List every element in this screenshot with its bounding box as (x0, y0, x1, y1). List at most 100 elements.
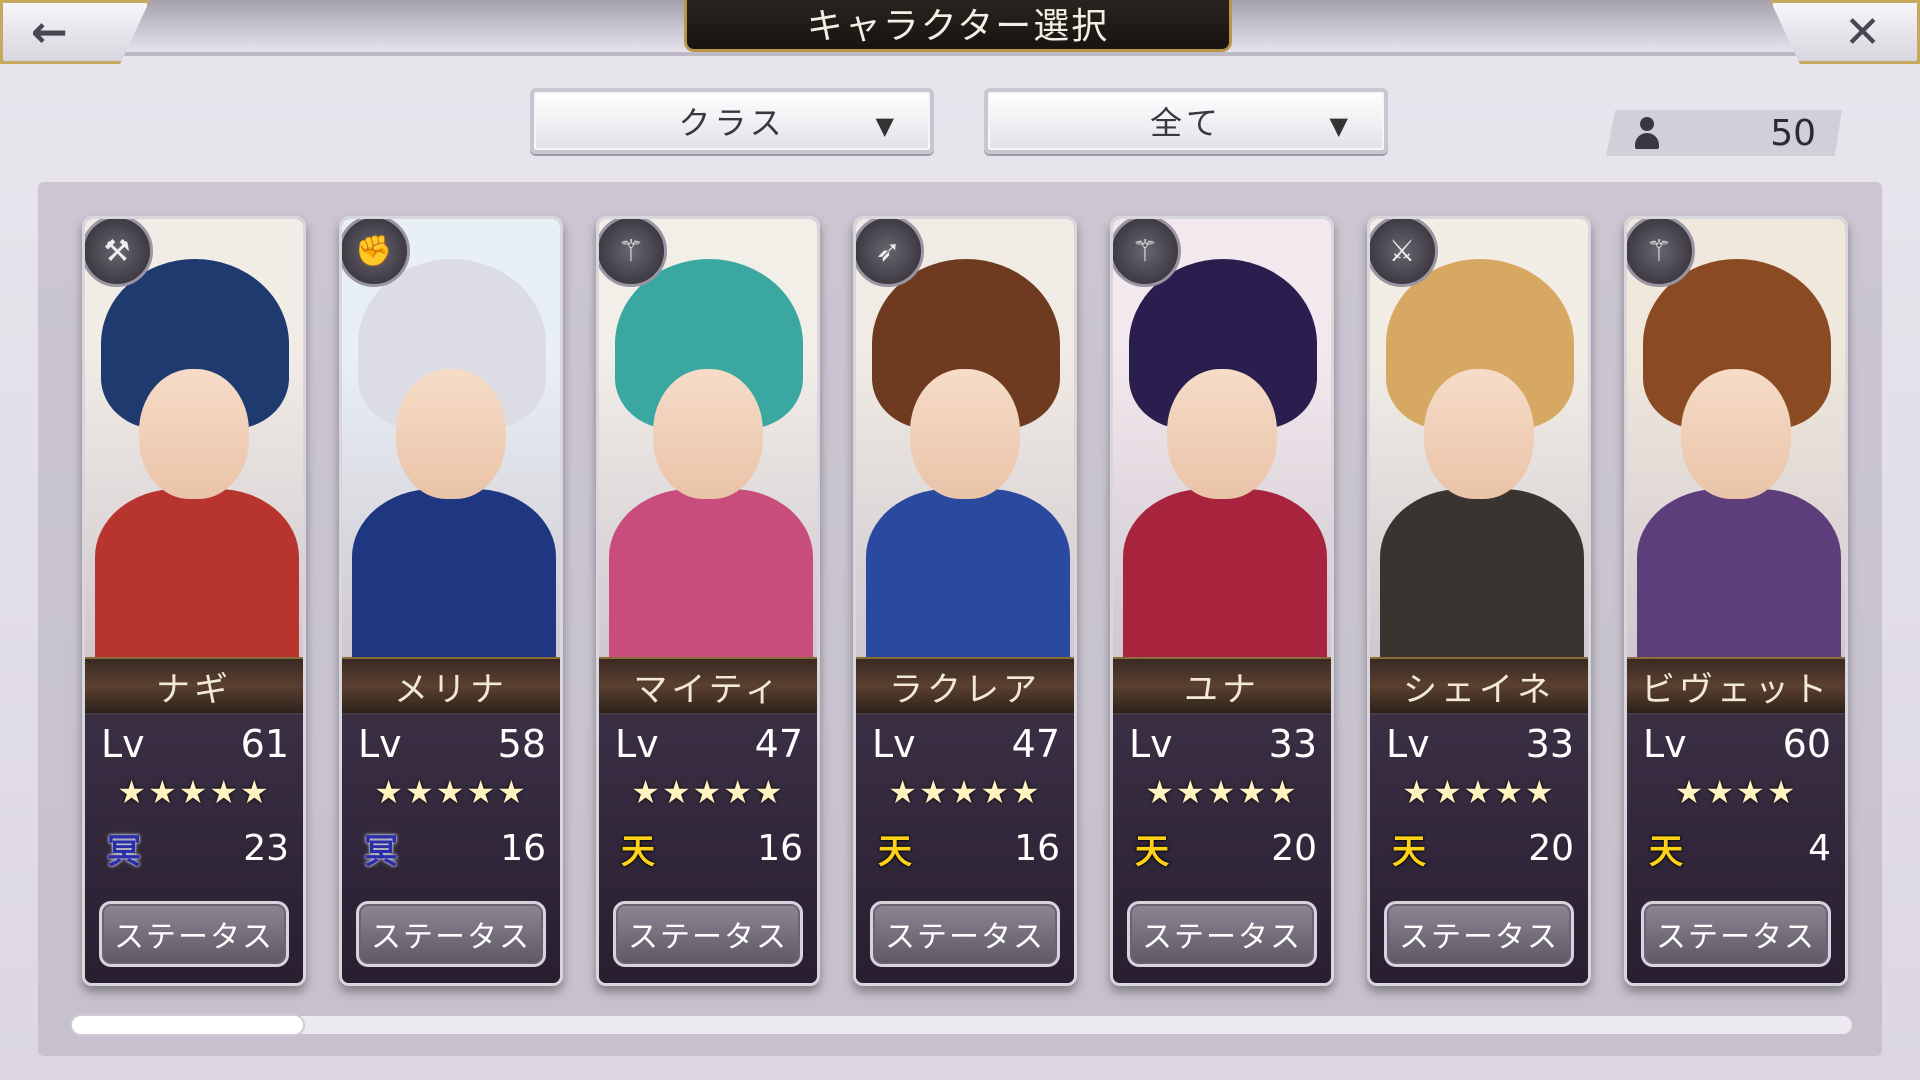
level-value: 33 (1268, 722, 1317, 766)
rarity-stars: ★★★★★ (117, 773, 271, 811)
rarity-stars: ★★★★★ (631, 773, 785, 811)
level-row: Lv 61 (101, 721, 289, 767)
status-button[interactable]: ステータス (356, 901, 546, 967)
bow-icon: ➶ (856, 219, 924, 287)
status-button[interactable]: ステータス (1641, 901, 1831, 967)
staff-icon: ⚚ (1113, 219, 1181, 287)
character-card[interactable]: ➶ ラクレア Lv 47 ★★★★★ 天 16 ステータス (853, 216, 1077, 986)
dark-attribute-icon: 冥 (107, 831, 141, 872)
portrait-outfit (609, 489, 813, 659)
status-button[interactable]: ステータス (99, 901, 289, 967)
level-label: Lv (101, 722, 145, 766)
attribute-value: 4 (1808, 827, 1831, 869)
character-stats: Lv 60 ★★★★ 天 4 ステータス (1627, 713, 1845, 983)
fist-icon: ✊ (342, 219, 410, 287)
character-name: マイティ (599, 657, 817, 715)
attribute-row: 天 4 (1643, 823, 1831, 873)
level-row: Lv 60 (1643, 721, 1831, 767)
level-row: Lv 58 (358, 721, 546, 767)
attribute-value: 16 (500, 827, 546, 869)
character-card[interactable]: ⚚ ビヴェット Lv 60 ★★★★ 天 4 ステータス (1624, 216, 1848, 986)
back-arrow-icon: ← (31, 6, 68, 58)
portrait-face (1424, 369, 1534, 499)
person-icon (1634, 117, 1660, 149)
sword-icon: ⚔ (1370, 219, 1438, 287)
page-title-text: キャラクター選択 (806, 5, 1110, 47)
character-stats: Lv 47 ★★★★★ 天 16 ステータス (599, 713, 817, 983)
portrait-outfit (95, 489, 299, 659)
character-stats: Lv 58 ★★★★★ 冥 16 ステータス (342, 713, 560, 983)
level-label: Lv (358, 722, 402, 766)
staff-icon: ⚚ (1627, 219, 1695, 287)
level-value: 61 (240, 722, 289, 766)
roster-count: 50 (1606, 110, 1842, 156)
character-card[interactable]: ⚒ ナギ Lv 61 ★★★★★ 冥 23 ステータス (82, 216, 306, 986)
level-value: 33 (1525, 722, 1574, 766)
level-label: Lv (1386, 722, 1430, 766)
character-name: ナギ (85, 657, 303, 715)
attribute-row: 冥 23 (101, 823, 289, 873)
attribute-value: 20 (1271, 827, 1317, 869)
character-card[interactable]: ⚚ マイティ Lv 47 ★★★★★ 天 16 ステータス (596, 216, 820, 986)
rarity-stars: ★★★★★ (1145, 773, 1299, 811)
character-name: シェイネ (1370, 657, 1588, 715)
class-filter-dropdown[interactable]: クラス ▼ (530, 88, 934, 154)
character-name: ビヴェット (1627, 657, 1845, 715)
portrait-face (1167, 369, 1277, 499)
portrait-face (1681, 369, 1791, 499)
attribute-row: 冥 16 (358, 823, 546, 873)
character-stats: Lv 33 ★★★★★ 天 20 ステータス (1113, 713, 1331, 983)
level-value: 47 (1011, 722, 1060, 766)
character-card[interactable]: ✊ メリナ Lv 58 ★★★★★ 冥 16 ステータス (339, 216, 563, 986)
attribute-row: 天 20 (1129, 823, 1317, 873)
character-name: メリナ (342, 657, 560, 715)
attribute-row: 天 16 (872, 823, 1060, 873)
axe-icon: ⚒ (85, 219, 153, 287)
level-label: Lv (1129, 722, 1173, 766)
attribute-value: 16 (1014, 827, 1060, 869)
level-row: Lv 47 (615, 721, 803, 767)
class-filter-label: クラス (678, 104, 786, 142)
status-button[interactable]: ステータス (613, 901, 803, 967)
level-value: 47 (754, 722, 803, 766)
status-button[interactable]: ステータス (1384, 901, 1574, 967)
portrait-face (396, 369, 506, 499)
attribute-value: 23 (243, 827, 289, 869)
dark-attribute-icon: 冥 (364, 831, 398, 872)
character-card[interactable]: ⚔ シェイネ Lv 33 ★★★★★ 天 20 ステータス (1367, 216, 1591, 986)
scope-filter-dropdown[interactable]: 全て ▼ (984, 88, 1388, 154)
staff-icon: ⚚ (599, 219, 667, 287)
character-stats: Lv 61 ★★★★★ 冥 23 ステータス (85, 713, 303, 983)
level-label: Lv (1643, 722, 1687, 766)
level-row: Lv 33 (1129, 721, 1317, 767)
portrait-face (139, 369, 249, 499)
level-label: Lv (615, 722, 659, 766)
level-row: Lv 47 (872, 721, 1060, 767)
rarity-stars: ★★★★★ (888, 773, 1042, 811)
level-value: 58 (497, 722, 546, 766)
status-button[interactable]: ステータス (870, 901, 1060, 967)
heaven-attribute-icon: 天 (1135, 831, 1169, 872)
character-card[interactable]: ⚚ ユナ Lv 33 ★★★★★ 天 20 ステータス (1110, 216, 1334, 986)
portrait-outfit (1123, 489, 1327, 659)
heaven-attribute-icon: 天 (1392, 831, 1426, 872)
portrait-outfit (1637, 489, 1841, 659)
scrollbar-thumb[interactable] (72, 1016, 303, 1034)
attribute-row: 天 16 (615, 823, 803, 873)
heaven-attribute-icon: 天 (878, 831, 912, 872)
heaven-attribute-icon: 天 (621, 831, 655, 872)
close-icon: ✕ (1844, 6, 1881, 58)
rarity-stars: ★★★★★ (374, 773, 528, 811)
level-label: Lv (872, 722, 916, 766)
scrollbar-track[interactable] (72, 1016, 1852, 1034)
page-title: キャラクター選択 (684, 0, 1232, 52)
level-row: Lv 33 (1386, 721, 1574, 767)
heaven-attribute-icon: 天 (1649, 831, 1683, 872)
chevron-down-icon: ▼ (1329, 112, 1352, 140)
character-name: ラクレア (856, 657, 1074, 715)
level-value: 60 (1782, 722, 1831, 766)
status-button[interactable]: ステータス (1127, 901, 1317, 967)
portrait-outfit (1380, 489, 1584, 659)
rarity-stars: ★★★★★ (1402, 773, 1556, 811)
attribute-value: 16 (757, 827, 803, 869)
